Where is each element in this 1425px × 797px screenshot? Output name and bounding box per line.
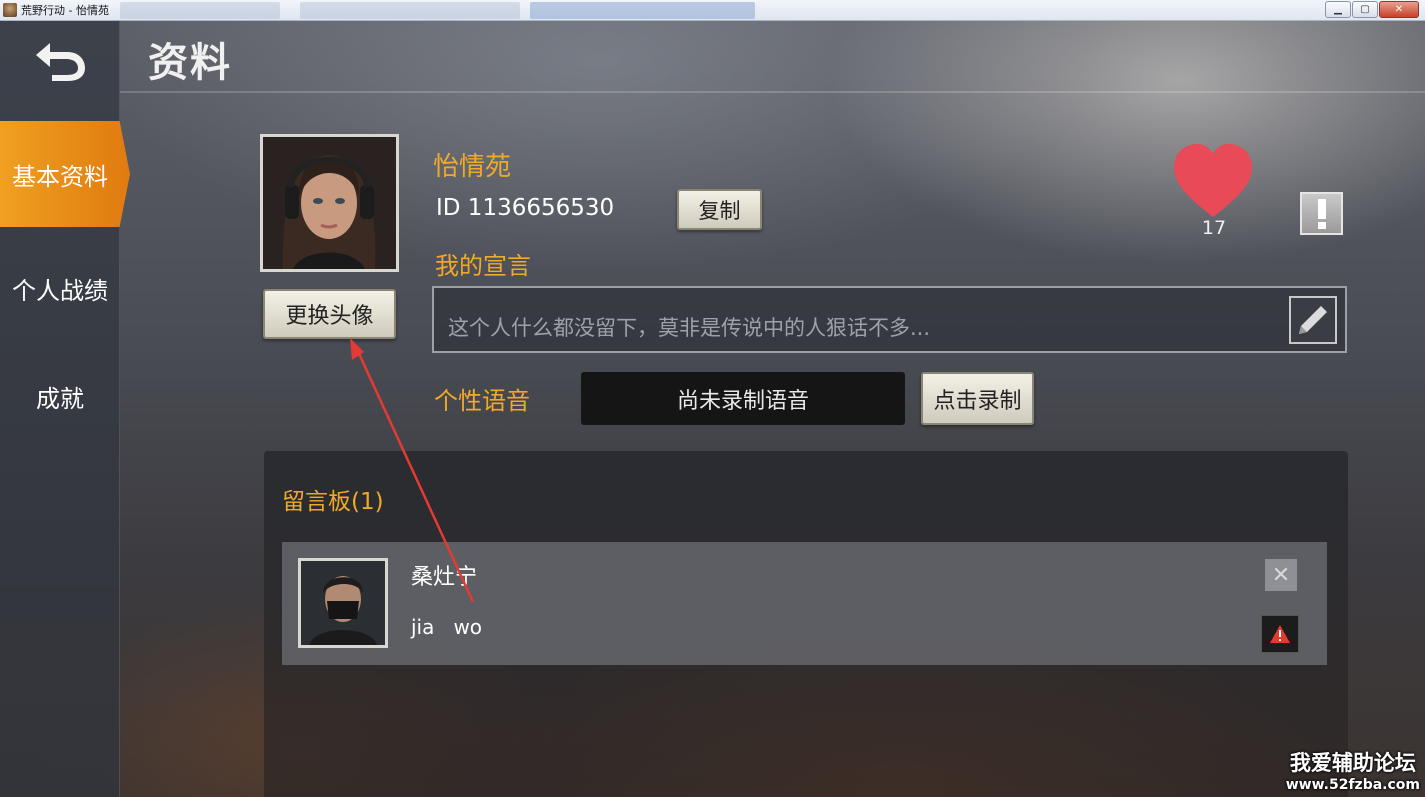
- declaration-label: 我的宣言: [435, 252, 531, 280]
- like-count: 17: [1201, 217, 1227, 239]
- voice-status[interactable]: 尚未录制语音: [581, 372, 905, 425]
- window-controls: ▁ ▢ ✕: [1325, 1, 1419, 18]
- exclamation-icon: [1317, 198, 1326, 229]
- pencil-icon: [1299, 306, 1327, 334]
- report-player-button[interactable]: [1300, 192, 1343, 235]
- watermark: 我爱辅助论坛 www.52fzba.com: [1286, 747, 1420, 793]
- background-tab: [120, 2, 280, 19]
- minimize-button[interactable]: ▁: [1325, 1, 1351, 18]
- change-avatar-button[interactable]: 更换头像: [263, 289, 396, 339]
- player-id: ID 1136656530: [436, 195, 615, 221]
- background-tab: [530, 2, 755, 19]
- sidebar-item-achievements[interactable]: 成就: [0, 370, 120, 422]
- copy-id-button[interactable]: 复制: [677, 189, 762, 230]
- edit-declaration-button[interactable]: [1289, 296, 1337, 344]
- record-voice-button[interactable]: 点击录制: [921, 372, 1034, 425]
- watermark-line2: www.52fzba.com: [1285, 777, 1420, 793]
- player-portrait: [263, 137, 396, 269]
- avatar[interactable]: [260, 134, 399, 272]
- delete-message-button[interactable]: ✕: [1265, 559, 1297, 591]
- background-tab: [300, 2, 520, 19]
- close-window-button[interactable]: ✕: [1379, 1, 1419, 18]
- sidebar-item-basic-info[interactable]: 基本资料: [0, 121, 130, 227]
- heart-icon[interactable]: [1170, 141, 1256, 221]
- watermark-line1: 我爱辅助论坛: [1289, 751, 1416, 775]
- page-title: 资料: [148, 40, 232, 86]
- window-titlebar: 荒野行动 - 怡情苑 ▁ ▢ ✕: [0, 0, 1425, 21]
- voice-label: 个性语音: [434, 387, 530, 415]
- list-item: 桑灶宁 jia wo ✕: [282, 542, 1327, 665]
- report-message-button[interactable]: [1261, 615, 1299, 653]
- close-icon: ✕: [1271, 562, 1291, 588]
- warning-icon: [1270, 625, 1290, 643]
- declaration-field[interactable]: 这个人什么都没留下，莫非是传说中的人狠话不多...: [432, 286, 1347, 353]
- window-title: 荒野行动 - 怡情苑: [21, 4, 109, 17]
- header-divider: [120, 91, 1425, 93]
- message-board: 留言板(1) 桑灶宁 jia wo ✕: [264, 451, 1348, 797]
- sidebar: 基本资料 个人战绩 成就: [0, 21, 130, 797]
- app-icon: [3, 3, 17, 17]
- player-nickname: 怡情苑: [433, 152, 512, 182]
- message-text: jia wo: [411, 615, 483, 639]
- declaration-placeholder: 这个人什么都没留下，莫非是传说中的人狠话不多...: [448, 316, 931, 340]
- maximize-button[interactable]: ▢: [1352, 1, 1378, 18]
- commenter-portrait: [301, 561, 385, 645]
- message-author: 桑灶宁: [411, 565, 478, 590]
- back-arrow-icon: [36, 43, 85, 81]
- sidebar-item-battle-record[interactable]: 个人战绩: [0, 262, 120, 314]
- back-button[interactable]: [30, 35, 90, 83]
- avatar[interactable]: [298, 558, 388, 648]
- message-board-title: 留言板(1): [282, 489, 384, 515]
